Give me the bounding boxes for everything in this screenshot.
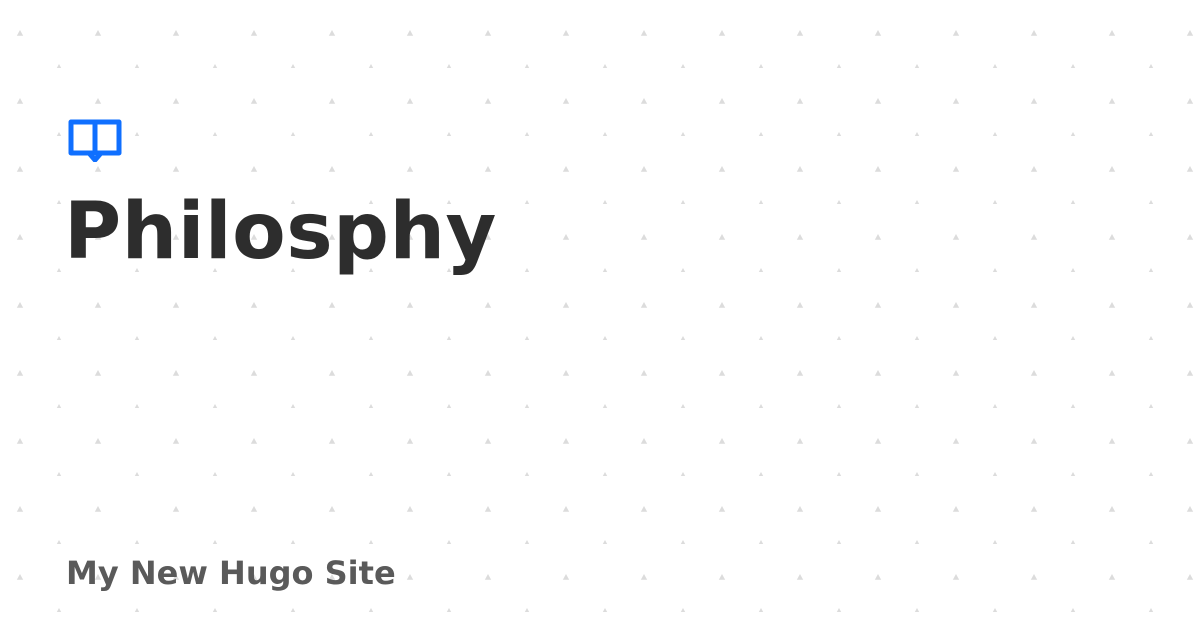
open-book-icon: [68, 118, 122, 162]
page-title: Philosphy: [64, 187, 497, 277]
site-name: My New Hugo Site: [66, 554, 396, 592]
logo: [68, 118, 122, 162]
og-card: Philosphy My New Hugo Site: [0, 0, 1200, 630]
dot-pattern-background: [0, 0, 1200, 630]
